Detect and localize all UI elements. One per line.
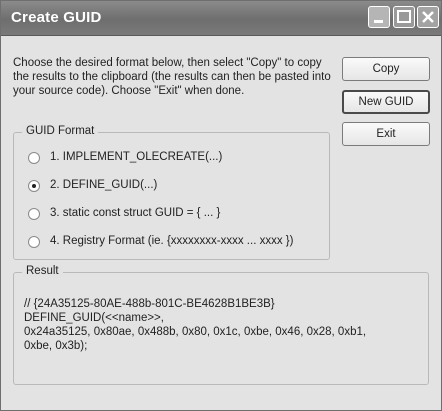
radio-button[interactable] [28,208,40,220]
radio-button[interactable] [28,180,40,192]
radio-button[interactable] [28,236,40,248]
close-icon [422,11,434,23]
title-bar[interactable]: Create GUID [1,1,441,36]
radio-label: 3. static const struct GUID = { ... } [50,207,221,219]
radio-button[interactable] [28,152,40,164]
instructions-text: Choose the desired format below, then se… [13,57,331,97]
guid-format-legend: GUID Format [22,125,99,137]
guid-format-group: GUID Format 1. IMPLEMENT_OLECREATE(...) … [13,125,330,260]
maximize-icon [397,10,411,23]
new-guid-button[interactable]: New GUID [342,90,430,114]
close-button[interactable] [417,6,439,28]
result-legend: Result [22,265,63,277]
result-text[interactable]: // {24A35125-80AE-488b-801C-BE4628B1BE3B… [24,297,420,353]
radio-label: 1. IMPLEMENT_OLECREATE(...) [50,151,223,163]
create-guid-window: Create GUID Choose the desired format be… [0,0,442,411]
window-title: Create GUID [11,9,102,26]
radio-label: 4. Registry Format (ie. {xxxxxxxx-xxxx .… [50,235,294,247]
copy-button[interactable]: Copy [342,57,430,81]
radio-label: 2. DEFINE_GUID(...) [50,179,158,191]
result-group: Result // {24A35125-80AE-488b-801C-BE462… [13,265,429,385]
maximize-button[interactable] [393,6,415,28]
minimize-button[interactable] [368,6,390,28]
minimize-icon [374,20,383,23]
exit-button[interactable]: Exit [342,122,430,146]
